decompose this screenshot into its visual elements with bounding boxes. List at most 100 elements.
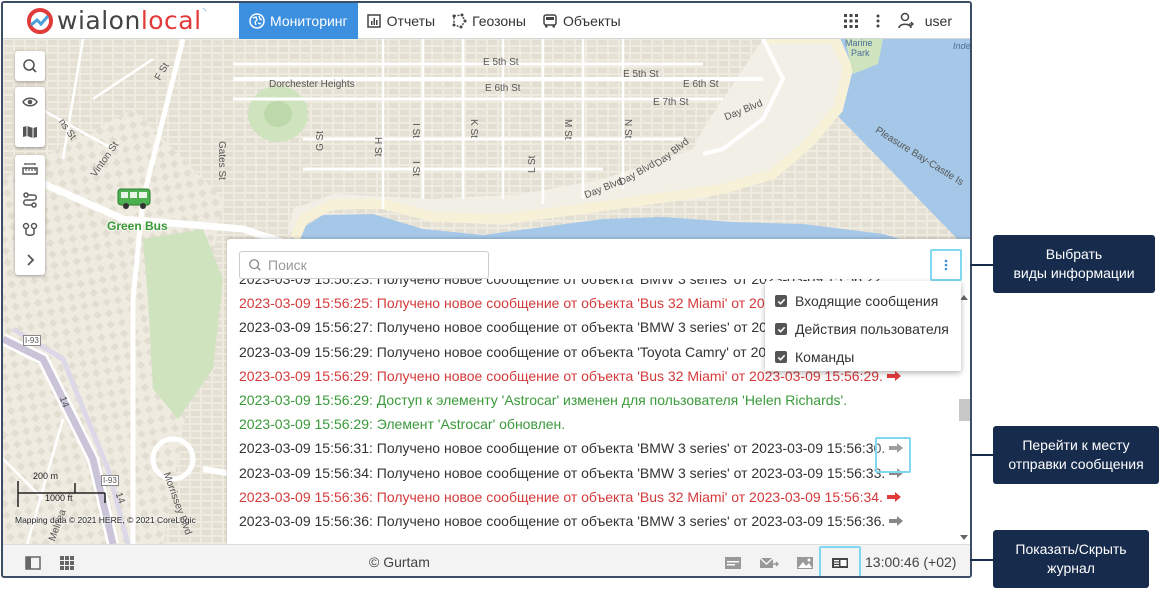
logo-text: wialonlocal [57,6,202,36]
search-icon [249,259,261,271]
more-vertical-icon [944,259,948,271]
log-row[interactable]: 2023-03-09 15:56:29: Доступ к элементу '… [239,388,957,412]
callout-text: Показать/Скрыть [1015,541,1127,557]
copyright: © Gurtam [369,554,430,570]
scroll-thumb[interactable] [959,399,970,421]
chevron-right-icon [27,254,35,266]
log-info-types-button[interactable] [930,249,962,281]
logo-text-part: local [140,5,202,35]
log-row-text: 2023-03-09 15:56:36: Получено новое сооб… [239,512,886,529]
dropdown-item-commands[interactable]: Команды [765,343,961,371]
tab-label: Отчеты [386,12,436,29]
log-row[interactable]: 2023-03-09 15:56:34: Получено новое сооб… [239,461,957,485]
notifications-button[interactable] [723,553,743,573]
photos-button[interactable] [795,553,815,573]
toggle-work-list-button[interactable] [23,553,43,573]
tab-units[interactable]: Объекты [534,3,629,39]
logo-signal-icon: ◝ [202,6,207,16]
tab-label: Объекты [562,12,621,29]
mail-send-icon [759,557,779,568]
logo[interactable]: wialonlocal ◝ [3,3,239,39]
route-points-button[interactable] [15,215,45,245]
highway-shield: I-93 [23,335,41,346]
map-label: Gates St [216,141,227,180]
map-layers-group [15,87,45,147]
notification-card-icon [725,557,741,569]
log-search-field[interactable] [239,251,489,279]
messages-button[interactable] [759,553,779,573]
wialon-logo-icon [27,7,53,34]
go-to-location-icon[interactable] [888,515,904,527]
map-scale: 200 m 1000 ft [17,469,107,519]
go-to-location-icon[interactable] [886,491,902,503]
bus-icon [543,13,557,27]
dropdown-item-incoming-messages[interactable]: Входящие сообщения [765,287,961,315]
map-layers-button[interactable] [15,117,45,147]
map-label: G St [315,130,326,151]
checkbox-checked-icon[interactable] [775,351,787,363]
tab-monitoring[interactable]: Мониторинг [239,3,358,39]
ruler-icon [22,163,38,175]
callout-text: отправки сообщения [1008,456,1144,472]
route-button[interactable] [15,185,45,215]
log-row-text: 2023-03-09 15:56:36: Получено новое сооб… [239,488,883,505]
unit-label[interactable]: Green Bus [107,219,168,233]
log-search-input[interactable] [268,257,478,273]
map-icon [23,126,37,138]
tab-label: Мониторинг [270,12,348,29]
route-points-icon [22,222,38,236]
user-name[interactable]: user [925,13,952,29]
log-row-text: 2023-03-09 15:56:31: Получено новое сооб… [239,440,886,457]
callout-choose-info: Выбрать виды информации [993,235,1155,293]
dropdown-item-label: Входящие сообщения [795,293,939,309]
map-label: Dorchester Heights [269,79,355,90]
main-nav: Мониторинг Отчеты Геозоны Объекты [239,3,629,39]
map-search-button[interactable] [15,51,45,81]
map-label: I St [410,161,421,177]
map-label: K St [468,119,479,138]
top-bar: wialonlocal ◝ Мониторинг Отчеты Геозоны … [3,3,970,39]
map-label: Inde [953,41,970,51]
expand-tools-button[interactable] [15,245,45,275]
ruler-button[interactable] [15,155,45,185]
user-icon[interactable] [897,12,915,30]
bottom-bar: © Gurtam 13:00:46 (+02) [3,544,970,576]
map-attribution: Mapping data © 2021 HERE, © 2021 CoreLog… [15,515,196,525]
log-row[interactable]: 2023-03-09 15:56:36: Получено новое сооб… [239,485,957,509]
go-to-location-highlight [875,437,911,473]
log-row[interactable]: 2023-03-09 15:56:36: Получено новое сооб… [239,509,957,533]
tab-reports[interactable]: Отчеты [358,3,443,39]
map-search-group [15,51,45,81]
log-row-text: 2023-03-09 15:56:34: Получено новое сооб… [239,464,886,481]
checkbox-checked-icon[interactable] [775,323,787,335]
map-tools-group [15,155,45,275]
report-icon [366,13,381,28]
checkbox-checked-icon[interactable] [775,295,787,307]
map-label: N St [622,119,633,139]
info-types-dropdown: Входящие сообщения Действия пользователя… [765,281,961,371]
callout-text: журнал [1047,560,1095,576]
log-row[interactable]: 2023-03-09 15:56:29: Элемент 'Astrocar' … [239,412,957,436]
more-vertical-icon[interactable] [875,13,881,29]
globe-icon [249,12,265,29]
apps-button[interactable] [57,553,77,573]
go-to-location-icon[interactable] [886,370,902,382]
map-label: E 6th St [683,79,719,90]
dropdown-item-user-actions[interactable]: Действия пользователя [765,315,961,343]
unit-bus-icon[interactable] [116,185,152,213]
log-row-text: 2023-03-09 15:56:29: Доступ к элементу '… [239,391,848,408]
map-label: Marine [845,39,873,48]
apps-grid-icon[interactable] [843,13,859,29]
log-row[interactable]: 2023-03-09 15:56:31: Получено новое сооб… [239,436,957,460]
route-icon [23,192,37,208]
logo-text-part: wialon [57,5,141,35]
callout-text: Выбрать [1045,246,1103,262]
tab-label: Геозоны [472,12,526,29]
map-label: H St [372,137,383,157]
scroll-up-icon[interactable] [960,295,968,300]
tab-geofences[interactable]: Геозоны [443,3,534,39]
visibility-button[interactable] [15,87,45,117]
scroll-down-icon[interactable] [960,535,968,540]
map-label: I St [410,123,421,139]
callout-toggle-log: Показать/Скрыть журнал [993,530,1149,588]
